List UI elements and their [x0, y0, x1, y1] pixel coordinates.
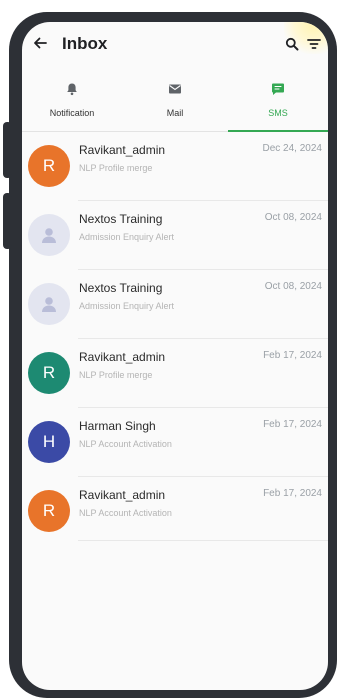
phone-side-button	[3, 122, 12, 178]
message-sender: Harman Singh	[79, 419, 156, 433]
avatar-letter: R	[42, 156, 56, 175]
search-icon[interactable]	[285, 37, 299, 51]
message-sender: Ravikant_admin	[79, 143, 166, 157]
tab-notification[interactable]: Notification	[22, 70, 122, 132]
message-date: Feb 17, 2024	[263, 419, 322, 430]
message-list: R Ravikant_admin NLP Profile merge Dec 2…	[22, 132, 328, 546]
page-title: Inbox	[62, 34, 108, 53]
avatar-letter: R	[42, 501, 56, 520]
user-placeholder-icon	[42, 297, 56, 312]
list-item[interactable]: R Ravikant_admin NLP Account Activation …	[22, 477, 328, 546]
message-subject: NLP Account Activation	[79, 439, 172, 449]
avatar	[28, 214, 70, 256]
list-item[interactable]: H Harman Singh NLP Account Activation Fe…	[22, 408, 328, 477]
tab-mail[interactable]: Mail	[125, 70, 225, 132]
message-date: Feb 17, 2024	[263, 488, 322, 499]
message-date: Dec 24, 2024	[262, 143, 323, 154]
tab-label: SMS	[268, 108, 288, 118]
tab-sms[interactable]: SMS	[228, 70, 328, 132]
phone-screen: Inbox Notification Mail SMS R Ravikant_a…	[22, 22, 328, 690]
chat-icon	[272, 83, 284, 95]
arrow-left-icon[interactable]	[32, 35, 48, 51]
filter-icon[interactable]	[307, 38, 321, 50]
message-subject: NLP Profile merge	[79, 370, 153, 380]
divider	[78, 540, 328, 541]
message-date: Feb 17, 2024	[263, 350, 322, 361]
bell-icon	[67, 83, 77, 96]
phone-side-button	[3, 193, 12, 249]
user-placeholder-icon	[42, 228, 56, 243]
mail-icon	[169, 84, 181, 94]
message-subject: NLP Account Activation	[79, 508, 172, 518]
tab-bar: Notification Mail SMS	[22, 70, 328, 132]
message-sender: Ravikant_admin	[79, 350, 166, 364]
avatar: H	[28, 421, 70, 463]
tab-label: Mail	[166, 108, 184, 118]
app-header: Inbox	[22, 22, 328, 70]
message-subject: Admission Enquiry Alert	[79, 301, 175, 311]
message-date: Oct 08, 2024	[264, 281, 322, 292]
avatar-letter: H	[42, 432, 56, 451]
avatar-letter: R	[42, 363, 56, 382]
list-item[interactable]: R Ravikant_admin NLP Profile merge Dec 2…	[22, 132, 328, 201]
message-sender: Ravikant_admin	[79, 488, 166, 502]
message-date: Oct 08, 2024	[264, 212, 322, 223]
avatar: R	[28, 352, 70, 394]
tab-label: Notification	[49, 108, 95, 118]
avatar: R	[28, 490, 70, 532]
message-subject: NLP Profile merge	[79, 163, 153, 173]
message-sender: Nextos Training	[79, 212, 163, 226]
avatar	[28, 283, 70, 325]
list-item[interactable]: R Ravikant_admin NLP Profile merge Feb 1…	[22, 339, 328, 408]
list-item[interactable]: Nextos Training Admission Enquiry Alert …	[22, 270, 328, 339]
message-subject: Admission Enquiry Alert	[79, 232, 175, 242]
list-item[interactable]: Nextos Training Admission Enquiry Alert …	[22, 201, 328, 270]
message-sender: Nextos Training	[79, 281, 163, 295]
avatar: R	[28, 145, 70, 187]
